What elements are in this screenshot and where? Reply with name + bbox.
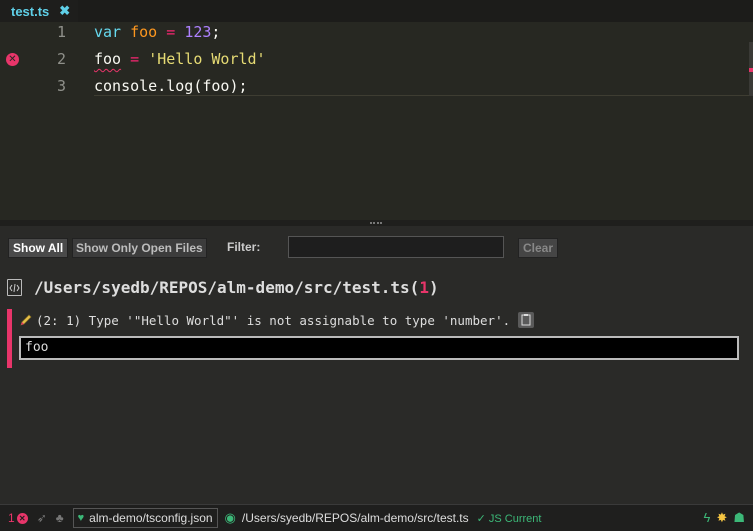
code-line[interactable]: 1 var foo = 123; [0, 22, 753, 49]
tree-icon[interactable]: ♣ [56, 511, 64, 525]
code-token: console.log(foo); [94, 77, 248, 95]
code-editor[interactable]: 1 var foo = 123; ✕ 2 foo = 'Hello World' 3 con… [0, 22, 753, 220]
status-error-count[interactable]: 1 [8, 511, 15, 525]
code-text[interactable]: foo = 'Hello World' [94, 49, 266, 70]
tab-bar: test.ts ✖ [0, 0, 753, 22]
error-severity-bar [7, 309, 12, 368]
error-icon[interactable]: ✕ [16, 512, 28, 524]
file-error-count: 1 [419, 277, 429, 297]
file-code-icon [7, 278, 22, 296]
rocket-icon[interactable]: ➶ [37, 511, 47, 525]
code-token: = [166, 23, 176, 41]
project-name: alm-demo/tsconfig.json [89, 511, 213, 525]
show-open-files-button[interactable]: Show Only Open Files [72, 238, 207, 258]
code-line[interactable]: ✕ 2 foo = 'Hello World' [0, 49, 753, 76]
copy-icon[interactable] [518, 312, 535, 328]
lightning-icon[interactable]: ϟ [704, 510, 711, 526]
filter-input[interactable] [288, 236, 504, 258]
code-token: var [94, 23, 122, 41]
heart-icon: ♥ [77, 512, 85, 524]
code-token: foo [130, 23, 158, 41]
status-bar: 1 ✕ ➶ ♣ ♥ alm-demo/tsconfig.json ◉ /User… [0, 504, 753, 531]
code-token: = [130, 50, 140, 68]
active-project-button[interactable]: ♥ alm-demo/tsconfig.json [72, 508, 218, 528]
code-token: 123 [184, 23, 212, 41]
error-item[interactable]: (2: 1) Type '"Hello World"' is not assig… [7, 309, 742, 368]
error-message[interactable]: (2: 1) Type '"Hello World"' is not assig… [36, 313, 510, 328]
code-line[interactable]: 3 console.log(foo); [0, 76, 753, 103]
scrollbar-error-marker[interactable] [749, 68, 753, 72]
file-path[interactable]: /Users/syedb/REPOS/alm-demo/src/test.ts( [34, 278, 419, 297]
sun-icon[interactable]: ✸ [716, 510, 727, 526]
code-text[interactable]: console.log(foo); [94, 76, 248, 97]
code-token: foo [94, 50, 122, 68]
status-active-file[interactable]: /Users/syedb/REPOS/alm-demo/src/test.ts [242, 511, 469, 525]
close-icon[interactable]: ✖ [59, 3, 70, 19]
code-token: 'Hello World' [148, 50, 266, 68]
bug-icon[interactable]: ☗ [733, 510, 745, 526]
filter-label: Filter: [227, 240, 261, 254]
show-all-button[interactable]: Show All [8, 238, 69, 258]
errors-panel: Show All Show Only Open Files Filter: Cl… [0, 226, 753, 504]
error-file-header[interactable]: /Users/syedb/REPOS/alm-demo/src/test.ts(… [7, 276, 439, 298]
file-path-close: ) [428, 277, 439, 297]
tab-label[interactable]: test.ts [11, 4, 49, 19]
eye-icon[interactable]: ◉ [225, 510, 236, 526]
error-code-snippet: foo [19, 336, 739, 360]
line-number: 1 [56, 23, 66, 41]
pencil-icon[interactable] [19, 313, 33, 327]
line-number: 3 [56, 77, 66, 95]
code-text[interactable]: var foo = 123; [94, 22, 220, 43]
code-token: ; [211, 23, 221, 41]
line-number: 2 [56, 50, 66, 68]
clear-button[interactable]: Clear [518, 238, 559, 258]
js-status[interactable]: ✓ JS Current [477, 512, 542, 525]
tab-test-ts[interactable]: test.ts ✖ [0, 0, 78, 22]
